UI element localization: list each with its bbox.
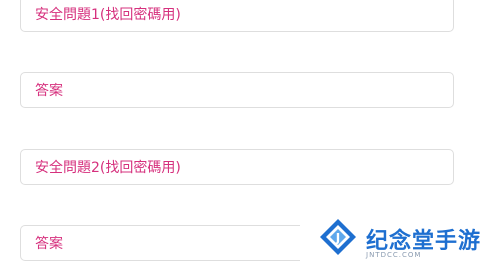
- security-question-2-placeholder: 安全問題2(找回密碼用): [35, 160, 181, 176]
- security-question-1-placeholder: 安全問題1(找回密碼用): [35, 7, 181, 23]
- security-question-2-input[interactable]: 安全問題2(找回密碼用): [20, 149, 454, 185]
- svg-text:J: J: [335, 231, 340, 245]
- site-watermark: J 纪念堂手游 JNTDCC.COM: [300, 205, 500, 267]
- answer-1-placeholder: 答案: [35, 83, 63, 99]
- security-question-1-input[interactable]: 安全問題1(找回密碼用): [20, 0, 454, 32]
- answer-2-input[interactable]: 答案: [20, 225, 300, 261]
- j-logo-icon: J: [320, 219, 356, 255]
- security-questions-form: 安全問題1(找回密碼用) 答案 安全問題2(找回密碼用) 答案 J 纪念堂手游 …: [0, 0, 500, 267]
- watermark-subtitle: JNTDCC.COM: [366, 251, 422, 259]
- answer-1-input[interactable]: 答案: [20, 72, 454, 108]
- answer-2-placeholder: 答案: [35, 236, 63, 252]
